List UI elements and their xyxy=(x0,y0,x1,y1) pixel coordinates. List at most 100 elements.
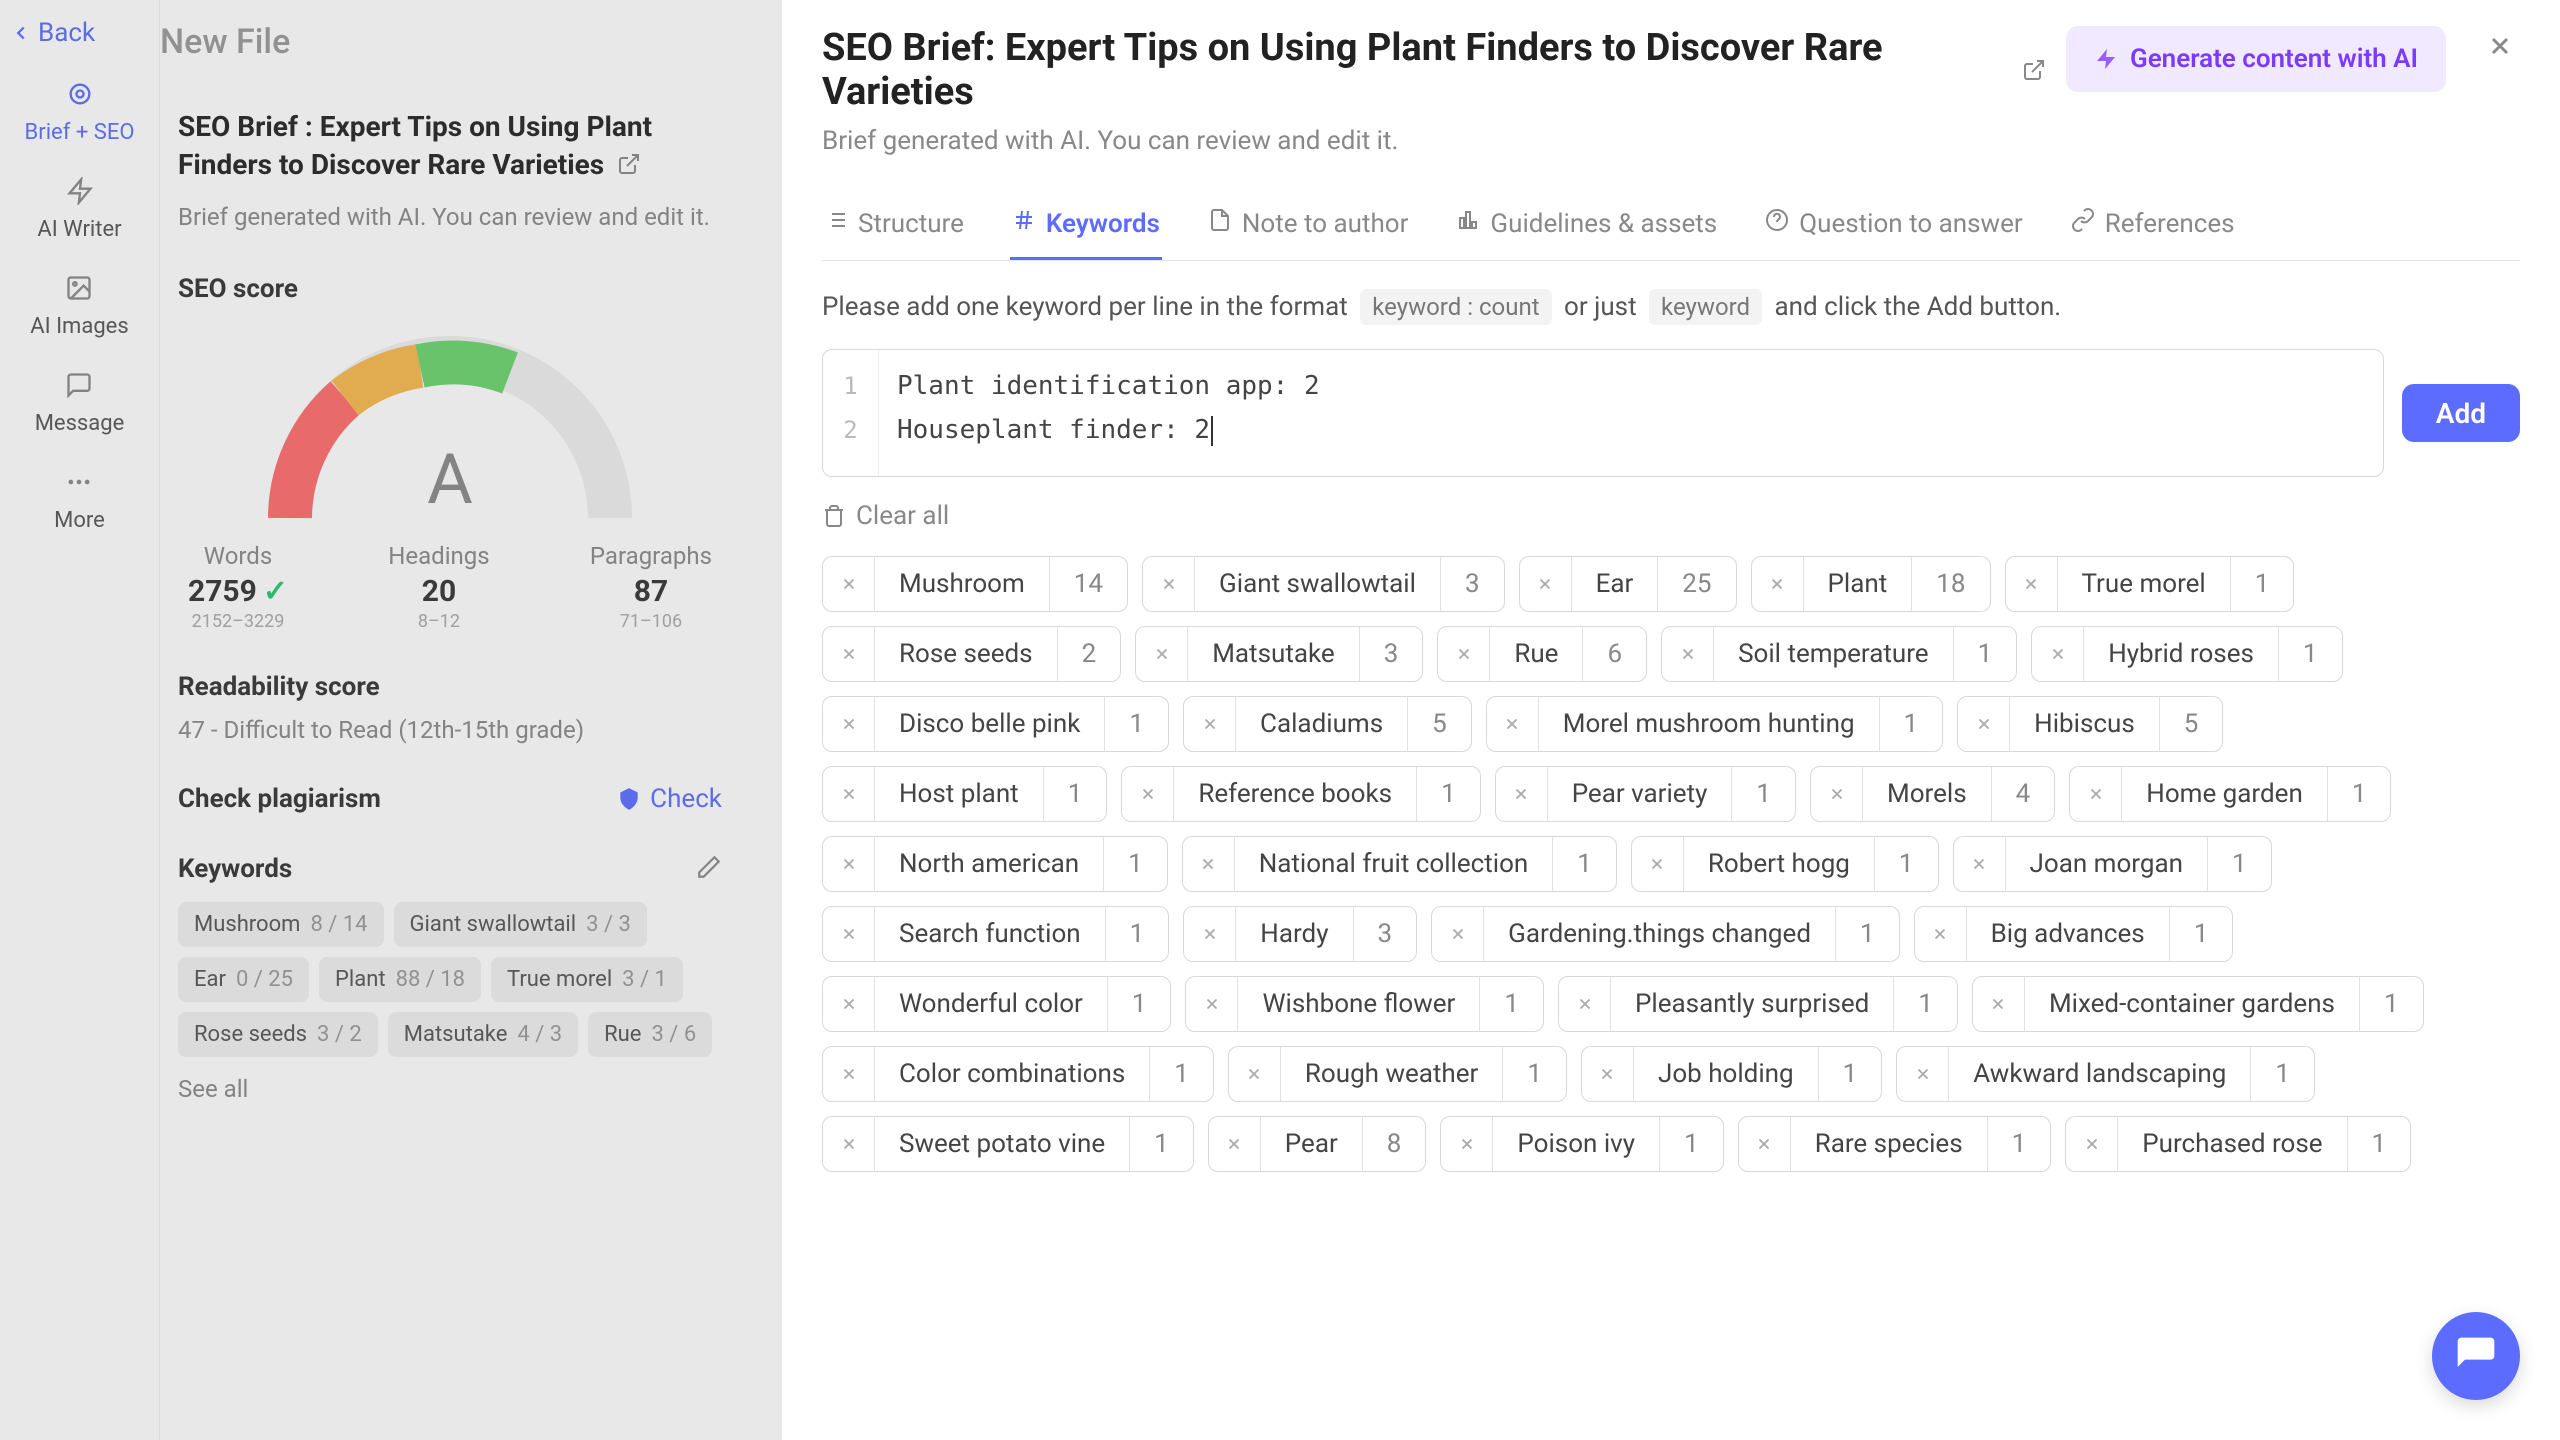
chip-count: 1 xyxy=(1108,977,1171,1031)
keyword-chip: Sweet potato vine1 xyxy=(822,1116,1194,1172)
remove-chip-button[interactable] xyxy=(1582,1047,1634,1101)
remove-chip-button[interactable] xyxy=(1752,557,1804,611)
clear-all-button[interactable]: Clear all xyxy=(822,501,949,531)
remove-chip-button[interactable] xyxy=(1811,767,1863,821)
editor-content[interactable]: Plant identification app: 2 Houseplant f… xyxy=(879,350,2383,476)
remove-chip-button[interactable] xyxy=(823,907,875,961)
keyword-chip: Mushroom14 xyxy=(822,556,1128,612)
chip-label: Plant xyxy=(1804,557,1913,611)
remove-chip-button[interactable] xyxy=(1897,1047,1949,1101)
chip-label: Robert hogg xyxy=(1684,837,1875,891)
modal-title: SEO Brief: Expert Tips on Using Plant Fi… xyxy=(822,26,2046,114)
tab-references[interactable]: References xyxy=(2069,190,2237,260)
keyword-chip: Host plant1 xyxy=(822,766,1107,822)
external-link-icon[interactable] xyxy=(2022,48,2046,92)
keyword-chip: Giant swallowtail3 xyxy=(1142,556,1505,612)
remove-chip-button[interactable] xyxy=(1136,627,1188,681)
close-button[interactable] xyxy=(2480,26,2520,66)
chip-label: Purchased rose xyxy=(2118,1117,2347,1171)
chip-label: Hardy xyxy=(1236,907,1353,961)
remove-chip-button[interactable] xyxy=(1209,1117,1261,1171)
keyword-chip: Morel mushroom hunting1 xyxy=(1486,696,1943,752)
file-icon xyxy=(1208,208,1232,239)
remove-chip-button[interactable] xyxy=(1143,557,1195,611)
remove-chip-button[interactable] xyxy=(1915,907,1967,961)
remove-chip-button[interactable] xyxy=(1739,1117,1791,1171)
remove-chip-button[interactable] xyxy=(823,767,875,821)
chip-label: Host plant xyxy=(875,767,1044,821)
remove-chip-button[interactable] xyxy=(1487,697,1539,751)
keyword-chip: Reference books1 xyxy=(1121,766,1480,822)
remove-chip-button[interactable] xyxy=(1441,1117,1493,1171)
remove-chip-button[interactable] xyxy=(1958,697,2010,751)
chart-icon xyxy=(1456,208,1480,239)
chip-label: Mixed-container gardens xyxy=(2025,977,2360,1031)
keyword-chip: North american1 xyxy=(822,836,1168,892)
keyword-chip: Gardening.things changed1 xyxy=(1431,906,1899,962)
remove-chip-button[interactable] xyxy=(823,557,875,611)
tab-structure[interactable]: Structure xyxy=(822,190,966,260)
remove-chip-button[interactable] xyxy=(2066,1117,2118,1171)
remove-chip-button[interactable] xyxy=(1229,1047,1281,1101)
chip-count: 1 xyxy=(1503,1047,1566,1101)
tab-guidelines-assets[interactable]: Guidelines & assets xyxy=(1454,190,1719,260)
chip-label: Morels xyxy=(1863,767,1992,821)
remove-chip-button[interactable] xyxy=(823,977,875,1031)
remove-chip-button[interactable] xyxy=(823,697,875,751)
keyword-chip: Caladiums5 xyxy=(1183,696,1472,752)
remove-chip-button[interactable] xyxy=(1662,627,1714,681)
tab-keywords[interactable]: Keywords xyxy=(1010,190,1162,260)
generate-content-button[interactable]: Generate content with AI xyxy=(2066,26,2446,92)
tab-question-to-answer[interactable]: Question to answer xyxy=(1763,190,2024,260)
add-button[interactable]: Add xyxy=(2402,384,2520,442)
keyword-chip: Rough weather1 xyxy=(1228,1046,1567,1102)
chip-label: Reference books xyxy=(1174,767,1417,821)
chip-count: 1 xyxy=(1480,977,1543,1031)
remove-chip-button[interactable] xyxy=(823,837,875,891)
keyword-chip: Big advances1 xyxy=(1914,906,2234,962)
chip-count: 1 xyxy=(1130,1117,1193,1171)
remove-chip-button[interactable] xyxy=(823,1047,875,1101)
keyword-chip-list: Mushroom14Giant swallowtail3Ear25Plant18… xyxy=(822,556,2520,1172)
remove-chip-button[interactable] xyxy=(1520,557,1572,611)
chip-count: 1 xyxy=(2348,1117,2411,1171)
keyword-hint: Please add one keyword per line in the f… xyxy=(822,289,2520,325)
remove-chip-button[interactable] xyxy=(823,627,875,681)
keyword-chip: Hardy3 xyxy=(1183,906,1417,962)
remove-chip-button[interactable] xyxy=(1184,697,1236,751)
remove-chip-button[interactable] xyxy=(1183,837,1235,891)
keyword-chip: Rue6 xyxy=(1437,626,1647,682)
modal-tabs: Structure Keywords Note to author Guideline… xyxy=(822,190,2520,261)
chip-count: 1 xyxy=(1104,837,1167,891)
chip-label: Mushroom xyxy=(875,557,1050,611)
keyword-chip: Mixed-container gardens1 xyxy=(1972,976,2424,1032)
remove-chip-button[interactable] xyxy=(2070,767,2122,821)
chip-count: 1 xyxy=(1880,697,1943,751)
keyword-chip: Morels4 xyxy=(1810,766,2055,822)
keyword-editor[interactable]: 12 Plant identification app: 2 Houseplan… xyxy=(822,349,2384,477)
chip-count: 1 xyxy=(2279,627,2342,681)
keyword-chip: Hibiscus5 xyxy=(1957,696,2223,752)
remove-chip-button[interactable] xyxy=(1559,977,1611,1031)
chip-label: Joan morgan xyxy=(2006,837,2208,891)
chip-label: Ear xyxy=(1572,557,1659,611)
remove-chip-button[interactable] xyxy=(1432,907,1484,961)
remove-chip-button[interactable] xyxy=(1632,837,1684,891)
remove-chip-button[interactable] xyxy=(1122,767,1174,821)
chip-label: Matsutake xyxy=(1188,627,1359,681)
tab-note-to-author[interactable]: Note to author xyxy=(1206,190,1411,260)
chip-label: Rose seeds xyxy=(875,627,1058,681)
keyword-chip: True morel1 xyxy=(2005,556,2295,612)
remove-chip-button[interactable] xyxy=(823,1117,875,1171)
remove-chip-button[interactable] xyxy=(2032,627,2084,681)
remove-chip-button[interactable] xyxy=(1496,767,1548,821)
remove-chip-button[interactable] xyxy=(1954,837,2006,891)
remove-chip-button[interactable] xyxy=(1186,977,1238,1031)
remove-chip-button[interactable] xyxy=(1438,627,1490,681)
chip-count: 18 xyxy=(1912,557,1989,611)
chip-count: 1 xyxy=(1105,697,1168,751)
remove-chip-button[interactable] xyxy=(1184,907,1236,961)
remove-chip-button[interactable] xyxy=(2006,557,2058,611)
remove-chip-button[interactable] xyxy=(1973,977,2025,1031)
chat-fab[interactable] xyxy=(2432,1312,2520,1400)
